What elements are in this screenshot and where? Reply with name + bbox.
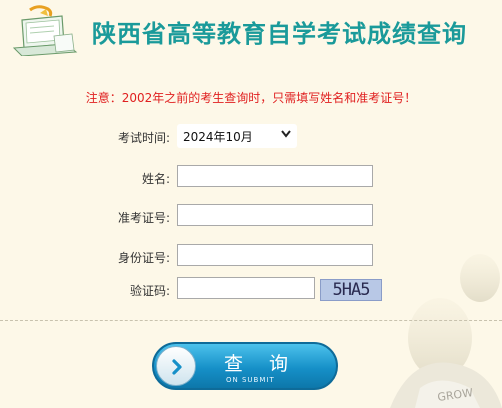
- exam-time-value: 2024年10月: [183, 130, 253, 144]
- laptop-book-icon: [12, 5, 78, 56]
- chevron-down-icon: [281, 130, 291, 138]
- name-label: 姓名:: [141, 172, 170, 186]
- notice-text: 注意：2002年之前的考生查询时，只需填写姓名和准考证号！: [85, 91, 417, 105]
- ticket-label: 准考证号:: [117, 211, 170, 225]
- submit-button[interactable]: 查 询 ON SUBMIT: [152, 342, 338, 390]
- name-input[interactable]: [177, 165, 373, 187]
- submit-sub-label: ON SUBMIT: [226, 376, 275, 384]
- divider: [0, 320, 502, 321]
- submit-label: 查 询: [224, 353, 299, 375]
- ticket-row: 准考证号:: [0, 204, 502, 230]
- captcha-input[interactable]: [177, 277, 315, 299]
- captcha-label: 验证码:: [129, 284, 170, 298]
- header: 陕西省高等教育自学考试成绩查询: [0, 0, 502, 70]
- name-row: 姓名:: [0, 165, 502, 191]
- button-circle: [156, 346, 196, 386]
- ticket-number-input[interactable]: [177, 204, 373, 226]
- exam-time-select[interactable]: 2024年10月: [177, 124, 297, 148]
- idcard-label: 身份证号:: [117, 251, 170, 265]
- exam-time-label: 考试时间:: [117, 131, 170, 145]
- page-title: 陕西省高等教育自学考试成绩查询: [92, 19, 467, 48]
- chevron-right-icon: [172, 359, 182, 375]
- students-background-image: GROW: [390, 254, 502, 408]
- exam-time-row: 考试时间: 2024年10月: [0, 124, 502, 150]
